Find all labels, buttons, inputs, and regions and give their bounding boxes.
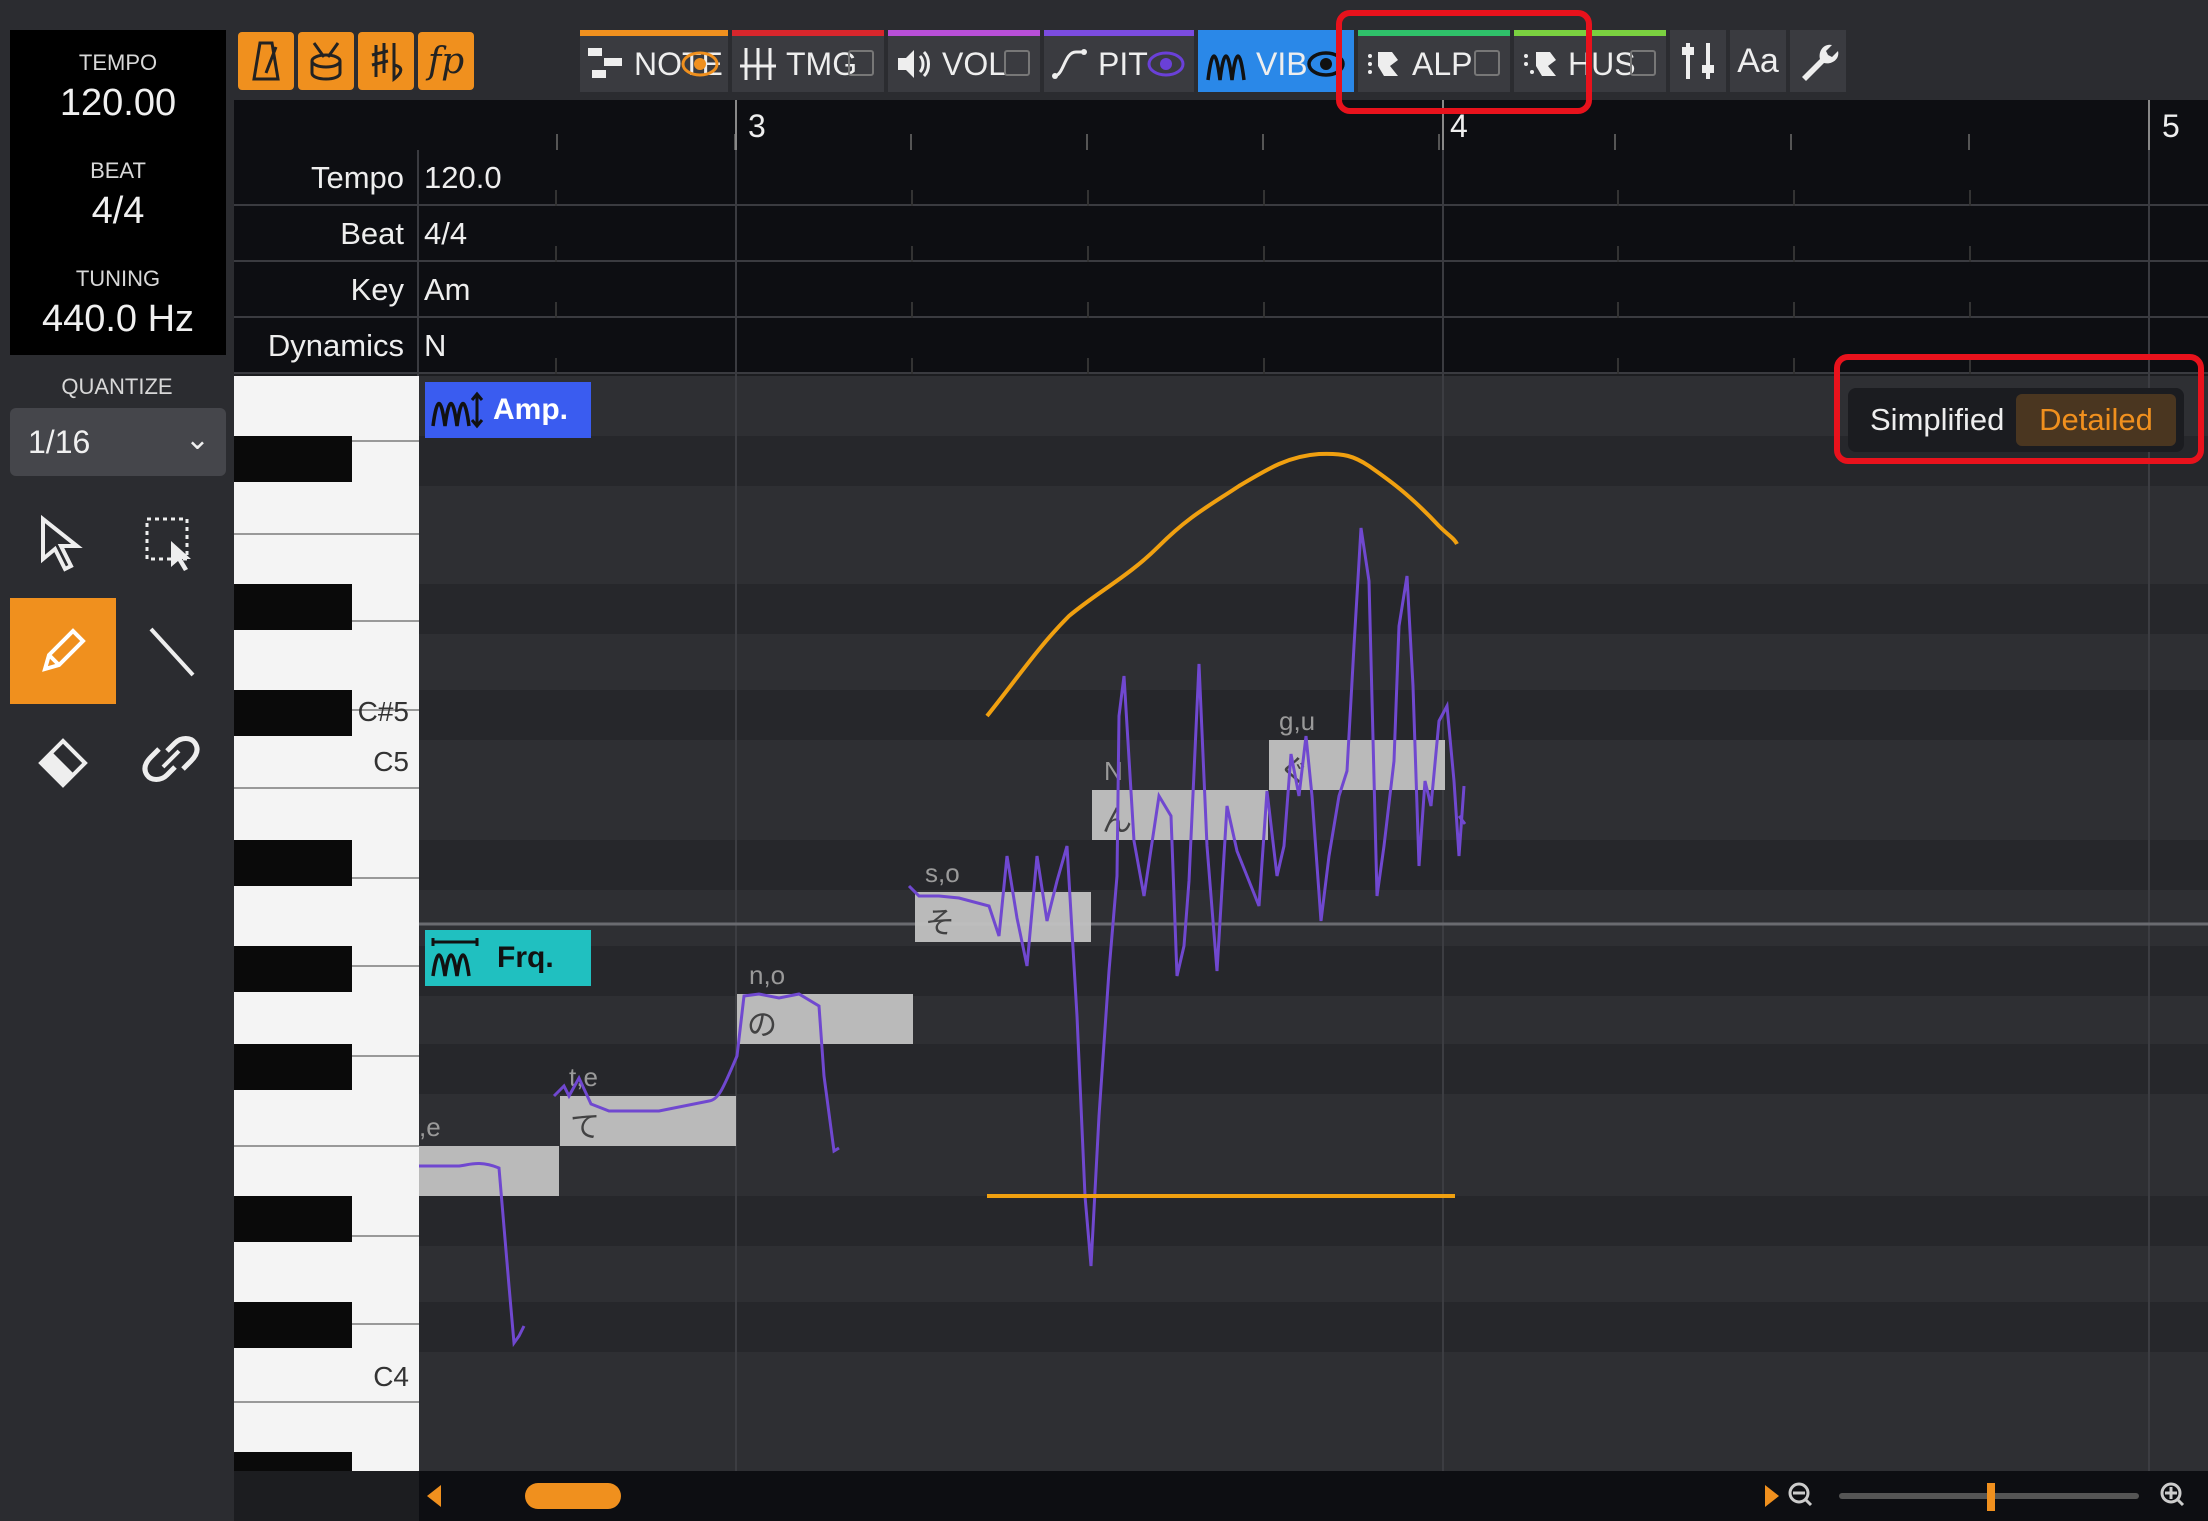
piano-roll-grid[interactable]: ,e て t,e の n,o そ s,o ん N ぐ g,u Amp. Frq. (419, 376, 2208, 1471)
tmg-checkbox[interactable] (848, 50, 874, 76)
zoom-in-icon[interactable] (2159, 1479, 2189, 1513)
grid-background (419, 376, 2208, 1471)
row-key: Beat (340, 216, 404, 251)
horizontal-scrollbar (419, 1471, 2208, 1521)
key-label-c5: C5 (373, 746, 409, 777)
row-key: Key (350, 272, 404, 307)
note-block[interactable]: ぐ (1269, 740, 1445, 790)
tempo-row[interactable]: Tempo 120.0 (234, 150, 2208, 206)
left-panel: TEMPO 120.00 BEAT 4/4 TUNING 440.0 Hz QU… (0, 0, 234, 1521)
tempo-label: TEMPO (78, 50, 158, 75)
row-key: Tempo (310, 160, 404, 195)
note-phoneme: s,o (925, 858, 960, 888)
row-value[interactable]: N (424, 328, 446, 364)
zoom-slider[interactable] (1839, 1483, 2139, 1511)
tab-vol[interactable]: VOL (888, 30, 1040, 92)
piano-keys-drawing (234, 436, 419, 1471)
scroll-left-button[interactable] (423, 1479, 453, 1513)
scroll-thumb[interactable] (525, 1483, 621, 1509)
note-phoneme: N (1104, 756, 1123, 786)
tempo-value[interactable]: 120.00 (10, 82, 226, 125)
tab-pit[interactable]: PIT (1044, 30, 1194, 92)
drum-button[interactable] (298, 32, 354, 90)
tuning-label: TUNING (75, 266, 161, 291)
beat-label: BEAT (90, 158, 146, 183)
piano-keyboard[interactable]: C#5 C5 C4 (234, 376, 419, 1471)
sharp-flat-icon (371, 43, 403, 83)
eraser-icon (38, 738, 88, 788)
pencil-icon (42, 628, 86, 672)
rect-select-tool-button[interactable] (118, 490, 224, 596)
key-label-c4: C4 (373, 1361, 409, 1392)
timeline-ruler[interactable]: 3 4 5 (234, 100, 2208, 150)
line-icon (149, 627, 195, 677)
link-tool-button[interactable] (118, 706, 224, 812)
line-tool-button[interactable] (118, 598, 224, 704)
transport-display: TEMPO 120.00 BEAT 4/4 TUNING 440.0 Hz (10, 30, 226, 355)
row-key: Dynamics (267, 328, 404, 363)
drum-icon (310, 42, 342, 81)
tab-note[interactable]: NOTE (580, 30, 728, 92)
zoom-out-icon[interactable] (1787, 1479, 1817, 1513)
wrench-icon (1802, 44, 1839, 81)
highlight-view-mode (1834, 354, 2204, 464)
piano-roll-icon (588, 48, 622, 78)
hus-checkbox[interactable] (1630, 50, 1656, 76)
volume-icon (898, 50, 930, 78)
frq-vibrato-icon (431, 938, 479, 977)
pencil-tool-button[interactable] (10, 598, 116, 704)
beat-row[interactable]: Beat 4/4 (234, 206, 2208, 262)
dynamics-fp-icon: fp (427, 40, 465, 82)
tuning-value[interactable]: 440.0 Hz (10, 298, 226, 341)
quantize-value: 1/16 (28, 424, 91, 460)
eye-icon (681, 51, 719, 77)
amp-badge[interactable]: Amp. (425, 382, 591, 438)
tab-tmg[interactable]: TMG (732, 30, 884, 92)
note-block[interactable] (419, 1146, 559, 1196)
link-icon (142, 736, 200, 782)
ruler-ticks (556, 100, 2150, 150)
note-phoneme: n,o (749, 960, 786, 990)
eraser-tool-button[interactable] (10, 706, 116, 812)
select-tool-button[interactable] (10, 490, 116, 596)
amp-vibrato-icon (431, 391, 484, 429)
key-label-csharp5: C#5 (357, 696, 409, 727)
sliders-icon (1682, 43, 1714, 79)
select-arrow-icon (41, 514, 83, 572)
highlight-vib-tab (1336, 10, 1592, 114)
beat-value[interactable]: 4/4 (10, 190, 226, 233)
quantize-select[interactable]: 1/16 ⌄ (10, 408, 226, 476)
tab-vib[interactable]: VIB (1198, 30, 1354, 92)
mixer-button[interactable] (1670, 30, 1726, 92)
metronome-button[interactable] (238, 32, 294, 90)
rect-select-icon (145, 517, 191, 571)
metronome-icon (252, 41, 280, 81)
pitch-curve-icon (1052, 49, 1087, 79)
note-phoneme: g,u (1279, 706, 1316, 736)
note-block[interactable]: て (560, 1096, 736, 1146)
note-block[interactable]: そ (915, 892, 1091, 942)
scroll-right-button[interactable] (1759, 1479, 1785, 1513)
note-phoneme: ,e (419, 1112, 441, 1142)
row-value[interactable]: 120.0 (424, 160, 502, 196)
note-phoneme: t,e (569, 1062, 598, 1092)
row-value[interactable]: Am (424, 272, 471, 308)
row-value[interactable]: 4/4 (424, 216, 467, 252)
vibrato-icon (1206, 54, 1246, 81)
eye-icon (1147, 51, 1185, 77)
note-block[interactable]: ん (1092, 790, 1268, 840)
frq-badge[interactable]: Frq. (425, 930, 591, 986)
timing-icon (740, 48, 776, 80)
note-block[interactable]: の (737, 994, 913, 1044)
quantize-label: QUANTIZE (61, 374, 173, 399)
key-row[interactable]: Key Am (234, 262, 2208, 318)
font-size-button[interactable]: Aa (1730, 30, 1786, 92)
chevron-down-icon: ⌄ (184, 423, 210, 456)
dynamics-button[interactable]: fp (418, 32, 474, 90)
key-signature-button[interactable] (358, 32, 414, 90)
settings-button[interactable] (1790, 30, 1846, 92)
toolbar: fp NOTE TMG VOL PIT VIB ALP HUS Aa (234, 0, 2208, 100)
vol-checkbox[interactable] (1004, 50, 1030, 76)
